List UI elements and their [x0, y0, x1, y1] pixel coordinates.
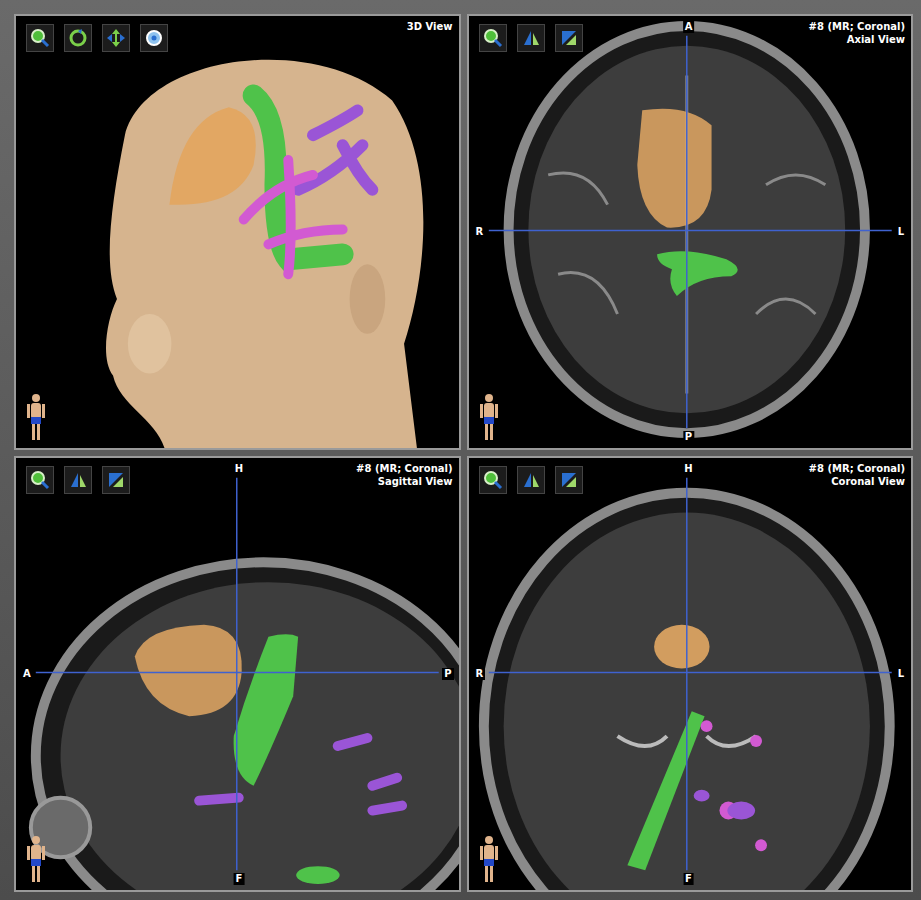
tool-button[interactable] — [26, 466, 54, 494]
tool-button[interactable] — [555, 24, 583, 52]
tool-button[interactable] — [102, 24, 130, 52]
series-label: #8 (MR; Coronal) — [809, 462, 905, 475]
series-label: #8 (MR; Coronal) — [809, 20, 905, 33]
view-name: Axial View — [809, 33, 905, 46]
tool-button[interactable] — [102, 466, 130, 494]
flip-icon — [67, 469, 89, 491]
axis-label-bottom: F — [683, 873, 694, 885]
view-toolbar — [479, 24, 583, 52]
zoom-icon — [29, 27, 51, 49]
series-label: #8 (MR; Coronal) — [356, 462, 452, 475]
zoom-icon — [482, 469, 504, 491]
axis-label-right: P — [442, 668, 453, 680]
flip2-icon — [558, 27, 580, 49]
axis-label-left: A — [21, 668, 33, 680]
view-panel[interactable]: #8 (MR; Coronal) Coronal View H F R L — [467, 456, 914, 892]
view-title: #8 (MR; Coronal) Axial View — [809, 20, 905, 46]
view-toolbar — [26, 24, 168, 52]
view-name: 3D View — [407, 20, 453, 33]
crosshair-horizontal[interactable] — [488, 672, 891, 673]
axis-label-top: H — [233, 463, 245, 475]
axis-label-right: L — [896, 226, 906, 238]
crosshair-vertical[interactable] — [686, 478, 687, 870]
crosshair-horizontal[interactable] — [488, 230, 891, 231]
view-toolbar — [479, 466, 583, 494]
axis-label-top: A — [683, 21, 695, 33]
crosshair-horizontal[interactable] — [36, 672, 439, 673]
axis-label-right: L — [896, 668, 906, 680]
orientation-figure-icon — [24, 834, 48, 884]
tool-button[interactable] — [517, 24, 545, 52]
axis-label-bottom: P — [683, 431, 694, 443]
crosshair-vertical[interactable] — [236, 478, 237, 870]
flip2-icon — [105, 469, 127, 491]
reset-icon — [143, 27, 165, 49]
axis-label-left: R — [474, 668, 486, 680]
tool-button[interactable] — [64, 24, 92, 52]
orientation-figure-icon — [477, 834, 501, 884]
flip-icon — [520, 27, 542, 49]
crosshair-vertical[interactable] — [686, 36, 687, 428]
zoom-icon — [29, 469, 51, 491]
tool-button[interactable] — [140, 24, 168, 52]
image-canvas[interactable] — [469, 458, 912, 890]
view-title: #8 (MR; Coronal) Sagittal View — [356, 462, 452, 488]
tool-button[interactable] — [555, 466, 583, 494]
tool-button[interactable] — [479, 24, 507, 52]
orientation-figure-icon — [477, 392, 501, 442]
tool-button[interactable] — [26, 24, 54, 52]
image-canvas[interactable] — [469, 16, 912, 448]
axis-label-bottom: F — [234, 873, 245, 885]
tool-button[interactable] — [64, 466, 92, 494]
view-toolbar — [26, 466, 130, 494]
image-canvas[interactable] — [16, 16, 459, 448]
pan-icon — [105, 27, 127, 49]
view-title: 3D View — [407, 20, 453, 33]
flip2-icon — [558, 469, 580, 491]
tool-button[interactable] — [517, 466, 545, 494]
tool-button[interactable] — [479, 466, 507, 494]
view-panel[interactable]: 3D View — [14, 14, 461, 450]
axis-label-left: R — [474, 226, 486, 238]
axis-label-top: H — [682, 463, 694, 475]
view-name: Sagittal View — [356, 475, 452, 488]
head-surface — [106, 60, 423, 448]
viewer-grid: 3D View #8 (MR; Coronal) Axial View A P … — [0, 0, 921, 900]
view-panel[interactable]: #8 (MR; Coronal) Axial View A P R L — [467, 14, 914, 450]
view-title: #8 (MR; Coronal) Coronal View — [809, 462, 905, 488]
orientation-figure-icon — [24, 392, 48, 442]
rotate-icon — [67, 27, 89, 49]
zoom-icon — [482, 27, 504, 49]
view-name: Coronal View — [809, 475, 905, 488]
flip-icon — [520, 469, 542, 491]
image-canvas[interactable] — [16, 458, 459, 890]
view-panel[interactable]: #8 (MR; Coronal) Sagittal View H F A P — [14, 456, 461, 892]
